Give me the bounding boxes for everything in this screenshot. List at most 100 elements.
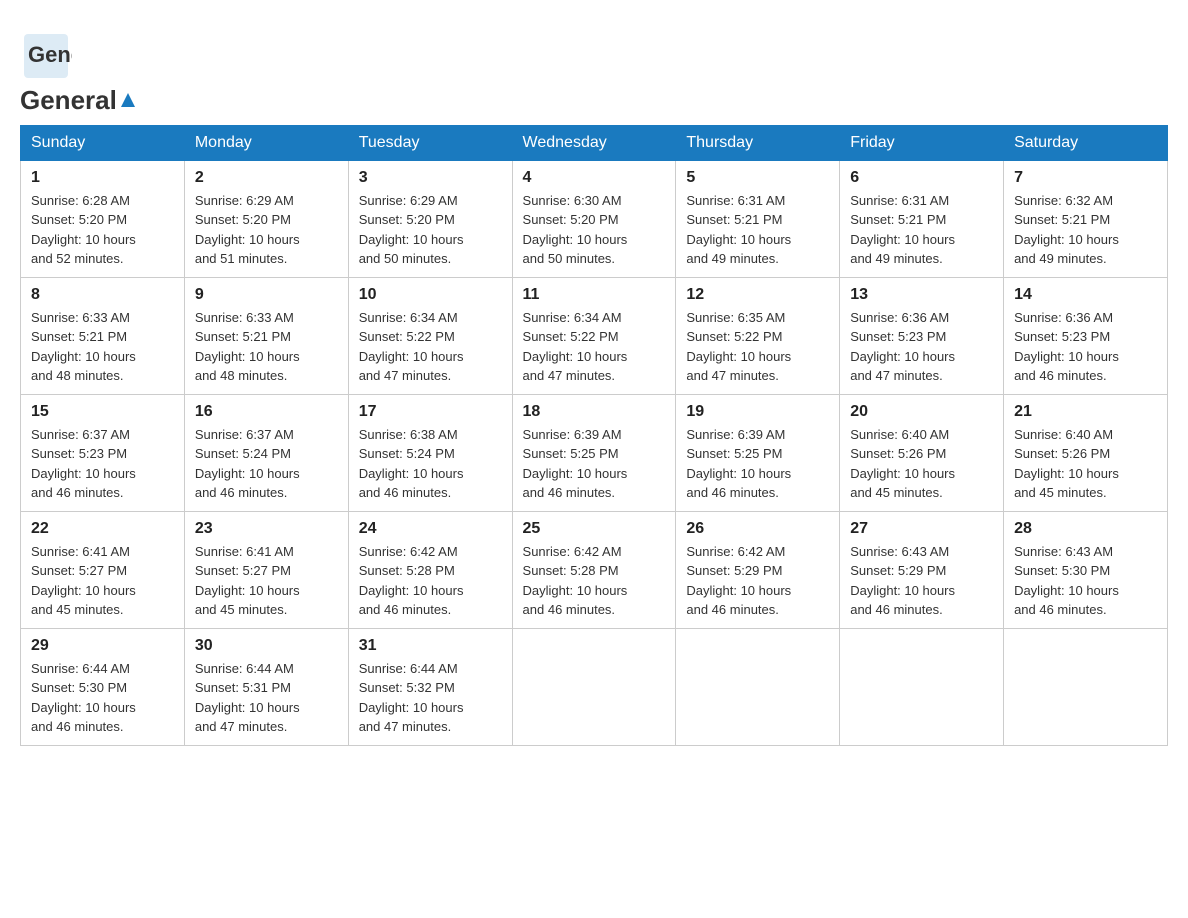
day-info: Sunrise: 6:31 AMSunset: 5:21 PMDaylight:… [686, 191, 829, 269]
calendar-week-row: 1 Sunrise: 6:28 AMSunset: 5:20 PMDayligh… [21, 160, 1168, 277]
calendar-table: Sunday Monday Tuesday Wednesday Thursday… [20, 125, 1168, 746]
calendar-day-cell: 23 Sunrise: 6:41 AMSunset: 5:27 PMDaylig… [184, 511, 348, 628]
day-info: Sunrise: 6:41 AMSunset: 5:27 PMDaylight:… [195, 542, 338, 620]
calendar-week-row: 8 Sunrise: 6:33 AMSunset: 5:21 PMDayligh… [21, 277, 1168, 394]
day-info: Sunrise: 6:33 AMSunset: 5:21 PMDaylight:… [31, 308, 174, 386]
day-number: 22 [31, 520, 174, 538]
day-info: Sunrise: 6:43 AMSunset: 5:30 PMDaylight:… [1014, 542, 1157, 620]
calendar-day-cell: 18 Sunrise: 6:39 AMSunset: 5:25 PMDaylig… [512, 394, 676, 511]
calendar-day-cell: 11 Sunrise: 6:34 AMSunset: 5:22 PMDaylig… [512, 277, 676, 394]
day-number: 20 [850, 403, 993, 421]
calendar-day-cell: 16 Sunrise: 6:37 AMSunset: 5:24 PMDaylig… [184, 394, 348, 511]
calendar-day-cell: 24 Sunrise: 6:42 AMSunset: 5:28 PMDaylig… [348, 511, 512, 628]
header-sunday: Sunday [21, 125, 185, 160]
header-saturday: Saturday [1004, 125, 1168, 160]
day-number: 21 [1014, 403, 1157, 421]
calendar-day-cell: 27 Sunrise: 6:43 AMSunset: 5:29 PMDaylig… [840, 511, 1004, 628]
logo-general-text: General [20, 86, 137, 115]
calendar-day-cell: 13 Sunrise: 6:36 AMSunset: 5:23 PMDaylig… [840, 277, 1004, 394]
day-info: Sunrise: 6:38 AMSunset: 5:24 PMDaylight:… [359, 425, 502, 503]
day-number: 5 [686, 169, 829, 187]
day-info: Sunrise: 6:29 AMSunset: 5:20 PMDaylight:… [359, 191, 502, 269]
day-info: Sunrise: 6:44 AMSunset: 5:32 PMDaylight:… [359, 659, 502, 737]
day-info: Sunrise: 6:32 AMSunset: 5:21 PMDaylight:… [1014, 191, 1157, 269]
day-info: Sunrise: 6:37 AMSunset: 5:23 PMDaylight:… [31, 425, 174, 503]
calendar-day-cell: 2 Sunrise: 6:29 AMSunset: 5:20 PMDayligh… [184, 160, 348, 277]
day-number: 23 [195, 520, 338, 538]
day-info: Sunrise: 6:43 AMSunset: 5:29 PMDaylight:… [850, 542, 993, 620]
day-number: 13 [850, 286, 993, 304]
calendar-day-cell: 31 Sunrise: 6:44 AMSunset: 5:32 PMDaylig… [348, 628, 512, 745]
calendar-day-cell: 30 Sunrise: 6:44 AMSunset: 5:31 PMDaylig… [184, 628, 348, 745]
day-info: Sunrise: 6:30 AMSunset: 5:20 PMDaylight:… [523, 191, 666, 269]
calendar-day-cell: 7 Sunrise: 6:32 AMSunset: 5:21 PMDayligh… [1004, 160, 1168, 277]
calendar-day-cell: 20 Sunrise: 6:40 AMSunset: 5:26 PMDaylig… [840, 394, 1004, 511]
day-number: 4 [523, 169, 666, 187]
calendar-week-row: 15 Sunrise: 6:37 AMSunset: 5:23 PMDaylig… [21, 394, 1168, 511]
day-number: 28 [1014, 520, 1157, 538]
logo: General General [20, 20, 137, 115]
calendar-day-cell: 26 Sunrise: 6:42 AMSunset: 5:29 PMDaylig… [676, 511, 840, 628]
day-number: 26 [686, 520, 829, 538]
calendar-day-cell: 9 Sunrise: 6:33 AMSunset: 5:21 PMDayligh… [184, 277, 348, 394]
header-monday: Monday [184, 125, 348, 160]
day-info: Sunrise: 6:34 AMSunset: 5:22 PMDaylight:… [359, 308, 502, 386]
day-info: Sunrise: 6:37 AMSunset: 5:24 PMDaylight:… [195, 425, 338, 503]
calendar-day-cell: 12 Sunrise: 6:35 AMSunset: 5:22 PMDaylig… [676, 277, 840, 394]
calendar-day-cell: 28 Sunrise: 6:43 AMSunset: 5:30 PMDaylig… [1004, 511, 1168, 628]
calendar-day-cell: 6 Sunrise: 6:31 AMSunset: 5:21 PMDayligh… [840, 160, 1004, 277]
calendar-header-row: Sunday Monday Tuesday Wednesday Thursday… [21, 125, 1168, 160]
calendar-day-cell: 21 Sunrise: 6:40 AMSunset: 5:26 PMDaylig… [1004, 394, 1168, 511]
day-number: 3 [359, 169, 502, 187]
day-number: 30 [195, 637, 338, 655]
day-info: Sunrise: 6:36 AMSunset: 5:23 PMDaylight:… [850, 308, 993, 386]
calendar-day-cell [840, 628, 1004, 745]
calendar-week-row: 29 Sunrise: 6:44 AMSunset: 5:30 PMDaylig… [21, 628, 1168, 745]
day-info: Sunrise: 6:29 AMSunset: 5:20 PMDaylight:… [195, 191, 338, 269]
day-number: 6 [850, 169, 993, 187]
header-thursday: Thursday [676, 125, 840, 160]
day-info: Sunrise: 6:42 AMSunset: 5:28 PMDaylight:… [359, 542, 502, 620]
day-info: Sunrise: 6:33 AMSunset: 5:21 PMDaylight:… [195, 308, 338, 386]
day-number: 12 [686, 286, 829, 304]
day-number: 2 [195, 169, 338, 187]
day-number: 16 [195, 403, 338, 421]
day-number: 9 [195, 286, 338, 304]
day-number: 29 [31, 637, 174, 655]
calendar-day-cell: 22 Sunrise: 6:41 AMSunset: 5:27 PMDaylig… [21, 511, 185, 628]
calendar-day-cell: 4 Sunrise: 6:30 AMSunset: 5:20 PMDayligh… [512, 160, 676, 277]
page-header: General General [20, 20, 1168, 115]
day-number: 1 [31, 169, 174, 187]
day-number: 10 [359, 286, 502, 304]
day-number: 8 [31, 286, 174, 304]
day-info: Sunrise: 6:31 AMSunset: 5:21 PMDaylight:… [850, 191, 993, 269]
calendar-day-cell: 25 Sunrise: 6:42 AMSunset: 5:28 PMDaylig… [512, 511, 676, 628]
day-info: Sunrise: 6:39 AMSunset: 5:25 PMDaylight:… [523, 425, 666, 503]
calendar-day-cell: 8 Sunrise: 6:33 AMSunset: 5:21 PMDayligh… [21, 277, 185, 394]
day-number: 19 [686, 403, 829, 421]
svg-text:General: General [28, 42, 72, 67]
day-info: Sunrise: 6:44 AMSunset: 5:30 PMDaylight:… [31, 659, 174, 737]
calendar-day-cell: 10 Sunrise: 6:34 AMSunset: 5:22 PMDaylig… [348, 277, 512, 394]
calendar-week-row: 22 Sunrise: 6:41 AMSunset: 5:27 PMDaylig… [21, 511, 1168, 628]
day-info: Sunrise: 6:35 AMSunset: 5:22 PMDaylight:… [686, 308, 829, 386]
day-info: Sunrise: 6:41 AMSunset: 5:27 PMDaylight:… [31, 542, 174, 620]
calendar-day-cell: 19 Sunrise: 6:39 AMSunset: 5:25 PMDaylig… [676, 394, 840, 511]
logo-icon: General [20, 30, 72, 82]
calendar-day-cell [512, 628, 676, 745]
calendar-day-cell: 3 Sunrise: 6:29 AMSunset: 5:20 PMDayligh… [348, 160, 512, 277]
calendar-day-cell [676, 628, 840, 745]
calendar-day-cell: 1 Sunrise: 6:28 AMSunset: 5:20 PMDayligh… [21, 160, 185, 277]
day-info: Sunrise: 6:42 AMSunset: 5:29 PMDaylight:… [686, 542, 829, 620]
calendar-day-cell [1004, 628, 1168, 745]
day-number: 7 [1014, 169, 1157, 187]
day-number: 11 [523, 286, 666, 304]
day-number: 31 [359, 637, 502, 655]
calendar-day-cell: 17 Sunrise: 6:38 AMSunset: 5:24 PMDaylig… [348, 394, 512, 511]
header-tuesday: Tuesday [348, 125, 512, 160]
logo-arrow-icon [119, 91, 137, 109]
calendar-day-cell: 14 Sunrise: 6:36 AMSunset: 5:23 PMDaylig… [1004, 277, 1168, 394]
day-number: 14 [1014, 286, 1157, 304]
day-info: Sunrise: 6:40 AMSunset: 5:26 PMDaylight:… [1014, 425, 1157, 503]
day-number: 25 [523, 520, 666, 538]
